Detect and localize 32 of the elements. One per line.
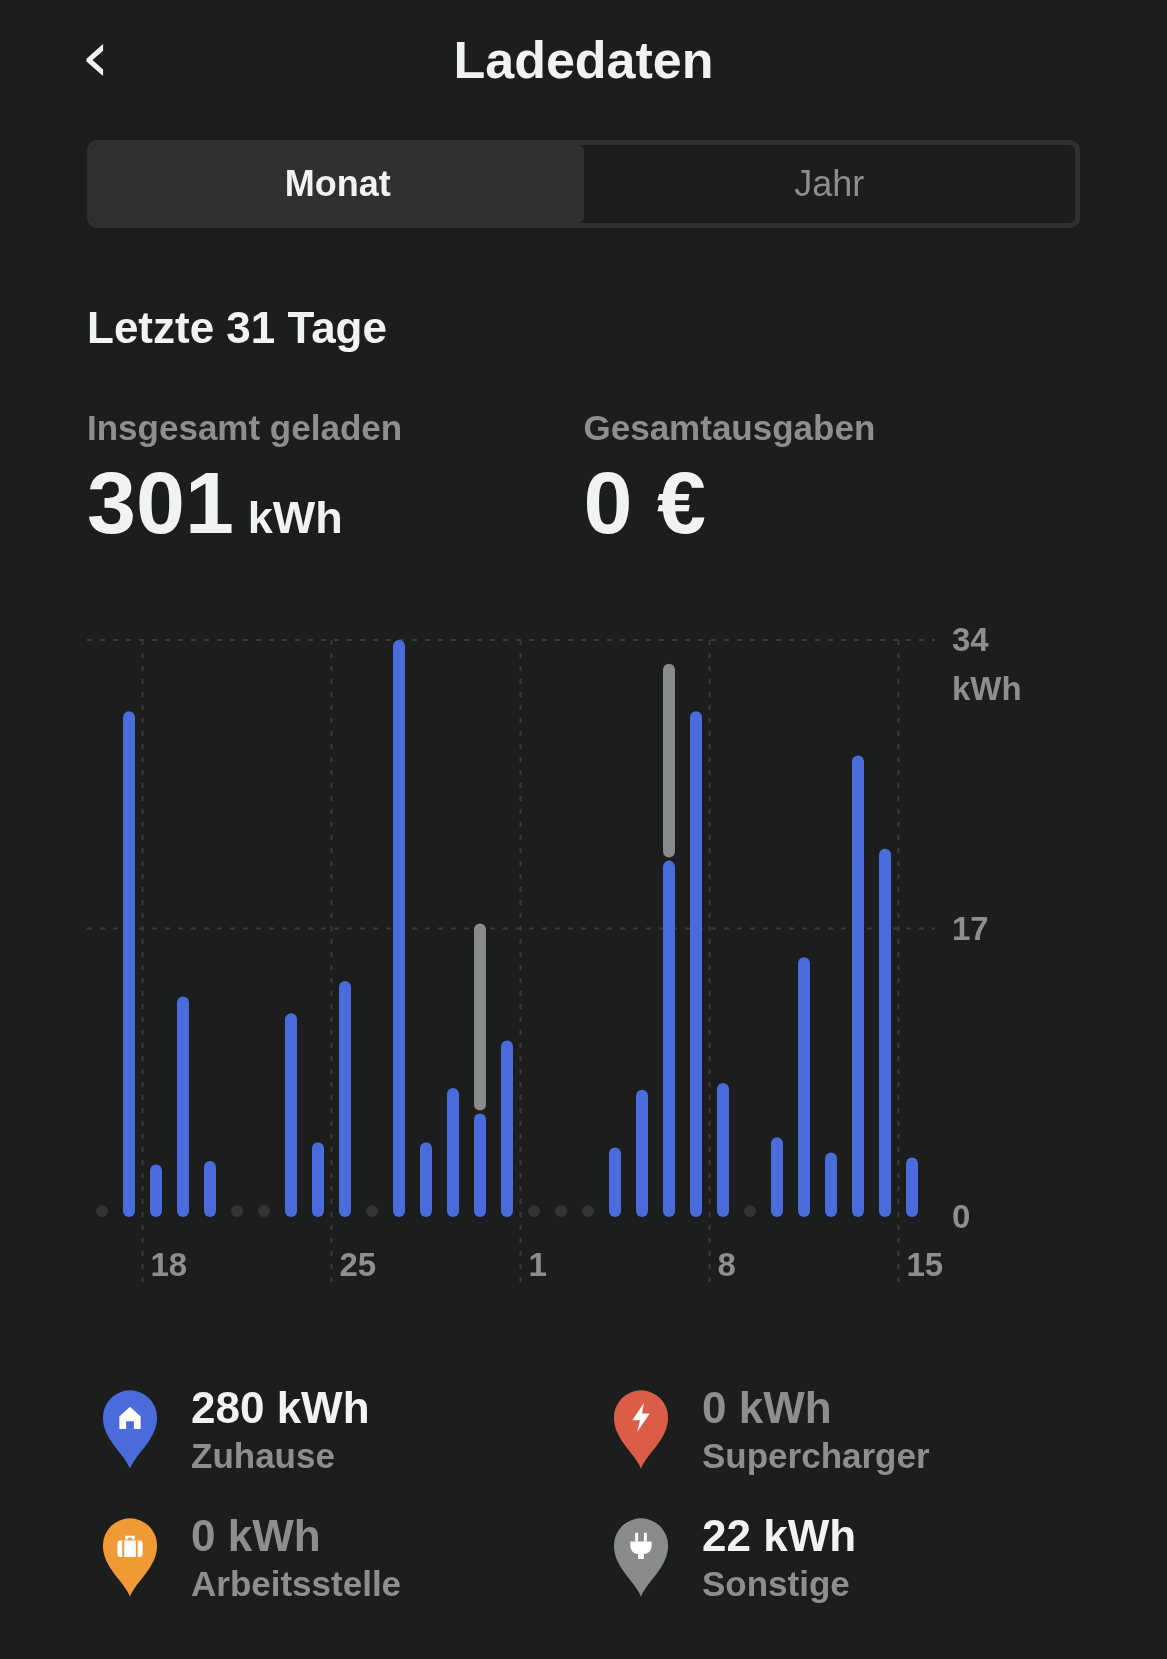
legend-value: 0 kWh [191,1510,322,1562]
bar [150,1164,162,1217]
legend-value: 22 kWh [702,1510,857,1562]
bar [609,1147,621,1217]
period-tab[interactable]: Jahr [583,145,1075,223]
bar [204,1161,216,1217]
stat-label: Insgesamt geladen [87,408,404,448]
x-tick-label: 15 [906,1246,944,1283]
section-heading: Letzte 31 Tage [87,302,388,354]
bar [906,1157,918,1217]
x-tick-label: 25 [339,1246,377,1283]
x-tick-label: 1 [528,1246,547,1283]
y-tick-label: 0 [952,1198,971,1235]
legend-label: Zuhause [191,1435,336,1477]
period-tab[interactable]: Monat [92,145,584,223]
x-tick-label: 18 [150,1246,188,1283]
x-tick-label: 8 [717,1246,736,1283]
legend-value: 0 kWh [702,1382,833,1434]
stat-unit: kWh [247,492,343,544]
stat-label: Gesamtausgaben [583,408,877,448]
legend-label: Sonstige [702,1563,851,1605]
stat-value: 0 € [583,453,706,553]
legend-label: Arbeitsstelle [191,1563,402,1605]
y-tick-label: 34 [952,621,989,658]
stat-value: 301 [87,453,234,553]
y-tick-label: 17 [952,909,989,947]
legend-value: 280 kWh [191,1382,370,1434]
back-button[interactable]: ‹ [73,24,118,88]
y-axis-unit: kWh [952,670,1022,707]
bar [825,1152,837,1217]
page-title: Ladedaten [453,30,714,90]
legend-label: Supercharger [702,1435,930,1477]
